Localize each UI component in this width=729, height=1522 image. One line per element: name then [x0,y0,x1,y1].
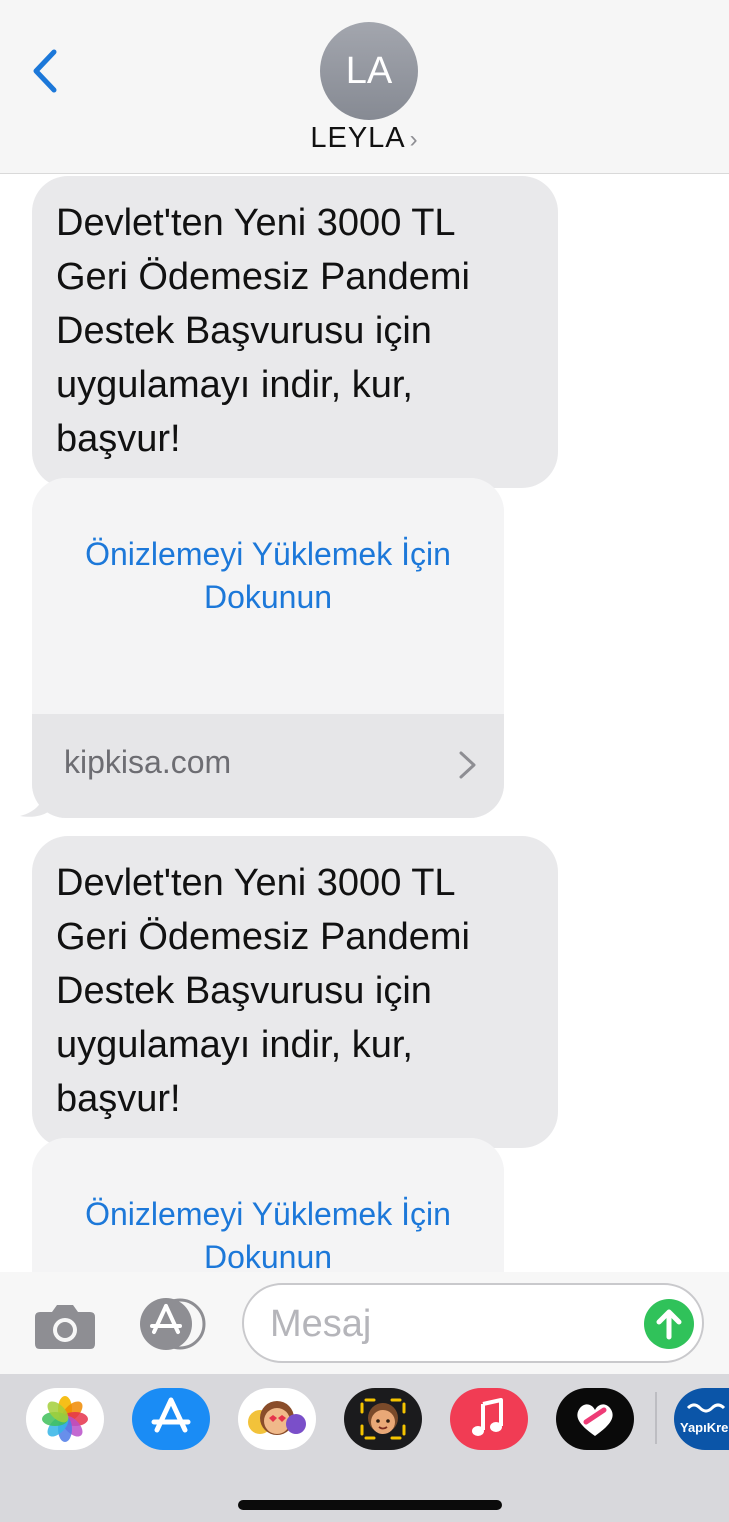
photos-icon [42,1396,88,1442]
conversation-header: LA LEYLA › [0,0,729,174]
send-button[interactable] [644,1299,694,1349]
compose-bar [0,1272,729,1374]
animoji-app-button[interactable] [238,1388,316,1450]
message-field[interactable] [242,1283,704,1363]
apps-button[interactable] [138,1298,210,1350]
contact-name: LEYLA [310,122,406,154]
app-store-app-button[interactable] [132,1388,210,1450]
drawer-divider [655,1392,657,1444]
link-domain: kipkisa.com [64,744,232,780]
contact-avatar[interactable]: LA [320,22,418,120]
link-preview-footer[interactable]: kipkisa.com [32,714,504,818]
music-app-button[interactable] [450,1388,528,1450]
send-arrow-icon [656,1309,682,1340]
contact-name-button[interactable]: LEYLA › [0,122,729,155]
contact-initials: LA [345,50,393,92]
link-preview-card[interactable]: Önizlemeyi Yüklemek İçin Dokunun [32,1138,504,1272]
bubble-tail [20,788,48,817]
app-store-icon [151,1397,191,1433]
yapikredi-app-button[interactable]: YapıKre [674,1388,729,1450]
link-preview-prompt: Önizlemeyi Yüklemek İçin Dokunun [85,1196,451,1272]
digital-touch-app-button[interactable] [556,1388,634,1450]
app-drawer: YapıKre [0,1374,729,1522]
chevron-left-icon [33,49,57,93]
home-indicator [238,1500,502,1510]
chevron-right-icon [459,751,476,779]
yapikredi-icon: YapıKre [680,1403,728,1435]
camera-button[interactable] [34,1302,96,1350]
link-preview-tap-area[interactable]: Önizlemeyi Yüklemek İçin Dokunun [32,478,504,714]
photos-app-button[interactable] [26,1388,104,1450]
link-preview-card[interactable]: Önizlemeyi Yüklemek İçin Dokunun kipkisa… [32,478,504,818]
yapikredi-label: YapıKre [680,1420,728,1435]
message-text: Devlet'ten Yeni 3000 TL Geri Ödemesiz Pa… [56,862,470,1120]
music-icon [472,1398,503,1436]
message-thread[interactable]: Devlet'ten Yeni 3000 TL Geri Ödemesiz Pa… [0,174,729,1272]
memoji-app-button[interactable] [344,1388,422,1450]
chevron-right-icon: › [409,126,419,153]
memoji-icon [360,1398,406,1440]
app-store-icon [140,1298,206,1350]
message-bubble[interactable]: Devlet'ten Yeni 3000 TL Geri Ödemesiz Pa… [32,176,558,488]
message-input[interactable] [268,1299,632,1349]
camera-icon [35,1305,95,1349]
link-preview-tap-area[interactable]: Önizlemeyi Yüklemek İçin Dokunun [32,1138,504,1272]
back-button[interactable] [26,46,66,96]
digital-touch-icon [577,1404,613,1436]
animoji-icon [248,1401,306,1435]
message-text: Devlet'ten Yeni 3000 TL Geri Ödemesiz Pa… [56,202,470,460]
message-bubble[interactable]: Devlet'ten Yeni 3000 TL Geri Ödemesiz Pa… [32,836,558,1148]
link-preview-prompt: Önizlemeyi Yüklemek İçin Dokunun [85,536,451,615]
